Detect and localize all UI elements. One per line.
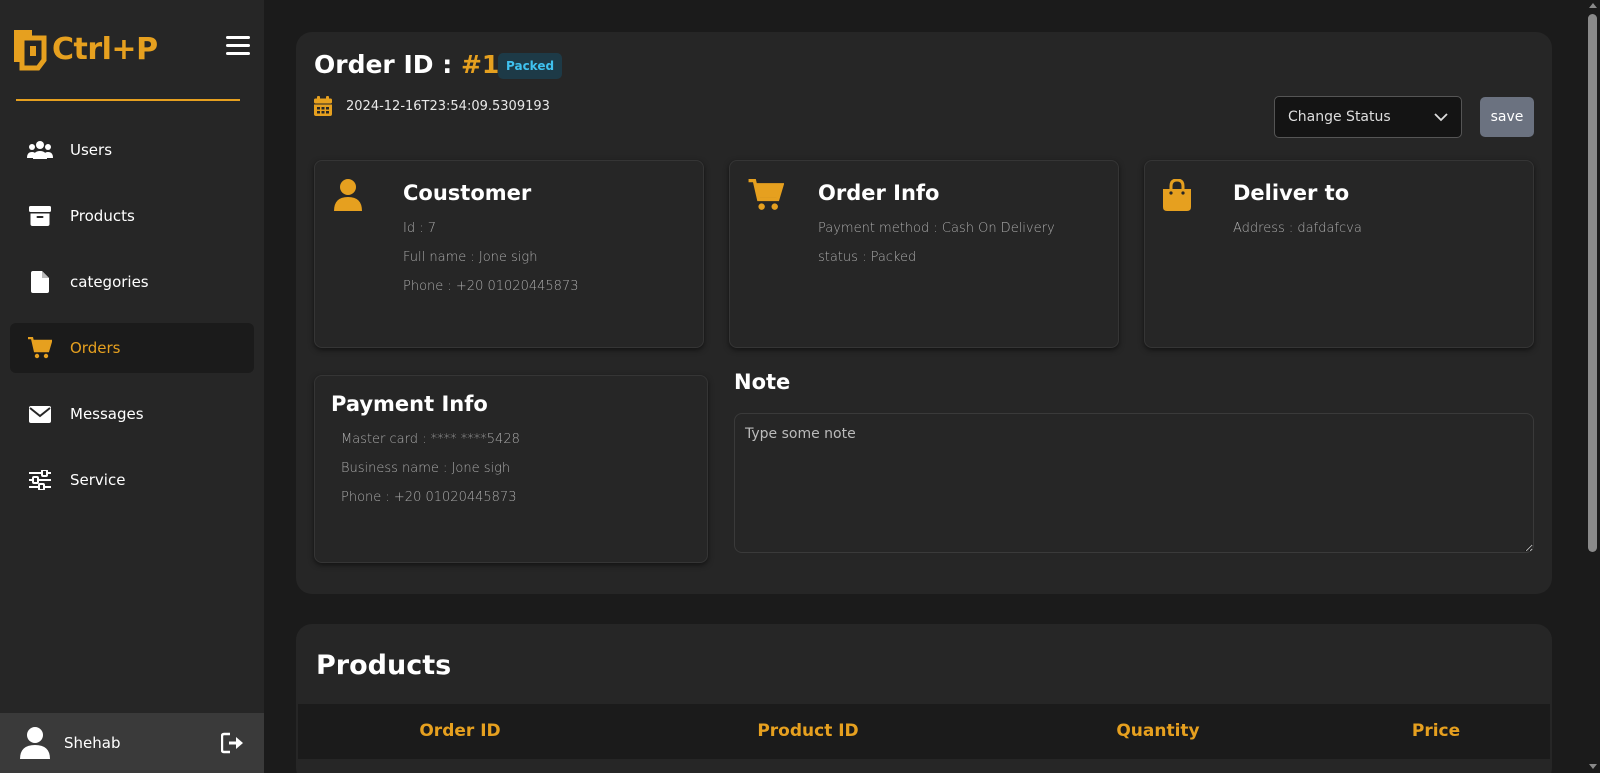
card-lines: Address : dafdafcva: [1233, 219, 1362, 248]
sidebar-item-products[interactable]: Products: [10, 191, 254, 241]
scroll-thumb[interactable]: [1588, 14, 1597, 552]
sidebar-item-label: Products: [70, 207, 135, 225]
sidebar-item-users[interactable]: Users: [10, 125, 254, 175]
sidebar-item-orders[interactable]: Orders: [10, 323, 254, 373]
order-title-prefix: Order ID :: [314, 50, 453, 79]
card-lines: Id : 7 Full name : Jone sigh Phone : +20…: [403, 219, 578, 306]
sliders-icon: [27, 469, 53, 491]
user-bar: Shehab: [0, 713, 264, 773]
users-icon: [27, 139, 53, 161]
business-name: Business name : Jone sigh: [341, 461, 511, 476]
sidebar: Ctrl+P Users Products categories Orders …: [0, 0, 264, 773]
shopping-bag-icon: [1163, 179, 1191, 211]
master-card: Master card : **** ****5428: [341, 432, 520, 447]
archive-box-icon: [27, 205, 53, 227]
chevron-down-icon: [1434, 113, 1448, 122]
order-detail-panel: Order ID : #1 Packed 2024-12-16T23:54:09…: [296, 32, 1552, 594]
column-header-order-id: Order ID: [419, 721, 501, 741]
customer-card: Coustomer Id : 7 Full name : Jone sigh P…: [314, 160, 704, 348]
user-avatar-icon[interactable]: [20, 727, 50, 759]
delivery-address: Address : dafdafcva: [1233, 221, 1362, 236]
sidebar-item-label: Messages: [70, 405, 144, 423]
user-name: Shehab: [64, 734, 121, 752]
order-status: status : Packed: [818, 250, 917, 265]
status-badge: Packed: [498, 53, 563, 79]
sidebar-item-service[interactable]: Service: [10, 455, 254, 505]
column-header-price: Price: [1411, 721, 1461, 741]
sidebar-item-label: Service: [70, 471, 126, 489]
column-header-product-id: Product ID: [757, 721, 859, 741]
calendar-icon: [314, 96, 332, 116]
note-textarea[interactable]: [734, 413, 1534, 553]
menu-toggle-icon[interactable]: [226, 36, 250, 58]
products-section: Products Order ID Product ID Quantity Pr…: [296, 624, 1552, 773]
save-button[interactable]: save: [1480, 97, 1534, 137]
order-id: #1: [460, 50, 500, 79]
order-date: 2024-12-16T23:54:09.5309193: [346, 98, 550, 114]
user-icon: [334, 179, 362, 211]
card-title: Deliver to: [1233, 181, 1350, 205]
card-title: Payment Info: [331, 392, 488, 416]
products-table-header: Order ID Product ID Quantity Price: [298, 704, 1550, 759]
logo-icon: [14, 30, 47, 71]
column-header-quantity: Quantity: [1116, 721, 1200, 741]
status-select-label: Change Status: [1288, 109, 1391, 125]
logout-icon[interactable]: [221, 732, 245, 754]
change-status-select[interactable]: Change Status: [1274, 96, 1462, 138]
scroll-up-icon[interactable]: [1589, 3, 1597, 8]
cart-icon: [27, 337, 53, 359]
deliver-card: Deliver to Address : dafdafcva: [1144, 160, 1534, 348]
card-title: Coustomer: [403, 181, 532, 205]
order-info-card: Order Info Payment method : Cash On Deli…: [729, 160, 1119, 348]
payment-info-card: Payment Info Master card : **** ****5428…: [314, 375, 708, 563]
page-title: Order ID : #1: [314, 50, 499, 79]
sidebar-nav: Users Products categories Orders Message…: [10, 125, 254, 521]
card-lines: Master card : **** ****5428 Business nam…: [341, 430, 520, 517]
card-lines: Payment method : Cash On Delivery status…: [818, 219, 1055, 277]
brand-logo[interactable]: Ctrl+P: [10, 26, 158, 72]
cart-icon: [748, 179, 784, 210]
products-title: Products: [316, 650, 452, 681]
note-label: Note: [734, 370, 791, 394]
customer-id: Id : 7: [403, 221, 437, 236]
payment-phone: Phone : +20 01020445873: [341, 490, 517, 505]
card-title: Order Info: [818, 181, 940, 205]
divider: [16, 99, 240, 101]
customer-phone: Phone : +20 01020445873: [403, 279, 579, 294]
sidebar-item-label: Users: [70, 141, 113, 159]
sidebar-item-messages[interactable]: Messages: [10, 389, 254, 439]
envelope-icon: [27, 403, 53, 425]
file-icon: [27, 271, 53, 293]
scroll-down-icon[interactable]: [1589, 764, 1597, 769]
brand-name: Ctrl+P: [52, 31, 158, 67]
sidebar-item-label: categories: [70, 273, 149, 291]
payment-method: Payment method : Cash On Delivery: [818, 221, 1055, 236]
sidebar-item-categories[interactable]: categories: [10, 257, 254, 307]
customer-name: Full name : Jone sigh: [403, 250, 538, 265]
sidebar-item-label: Orders: [70, 339, 121, 357]
page-scrollbar[interactable]: [1585, 0, 1600, 773]
order-date-row: 2024-12-16T23:54:09.5309193: [314, 96, 550, 116]
